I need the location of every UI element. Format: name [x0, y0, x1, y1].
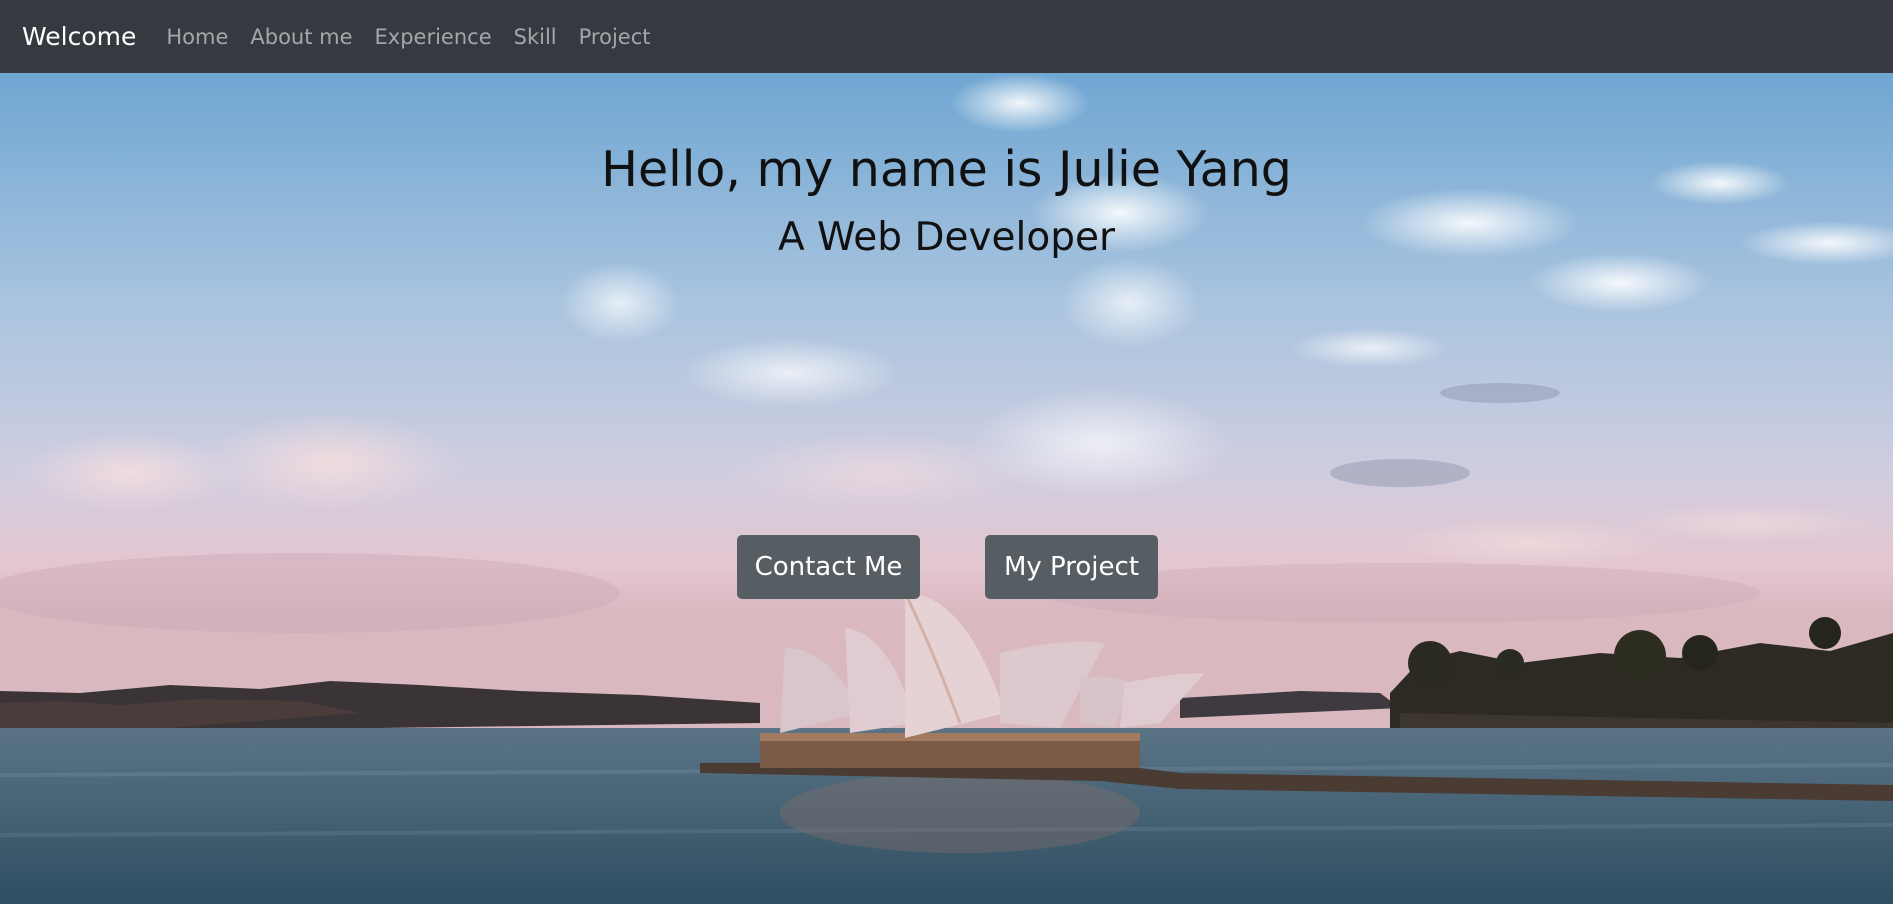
hero-section: Hello, my name is Julie Yang A Web Devel…: [0, 73, 1893, 904]
nav-link-skill[interactable]: Skill: [514, 25, 557, 49]
nav-link-experience[interactable]: Experience: [375, 25, 492, 49]
nav-link-about-me[interactable]: About me: [250, 25, 352, 49]
my-project-button[interactable]: My Project: [985, 535, 1158, 599]
hero-title: Hello, my name is Julie Yang: [601, 141, 1292, 198]
nav-link-home[interactable]: Home: [166, 25, 228, 49]
nav-links: Home About me Experience Skill Project: [166, 25, 672, 49]
top-navbar: Welcome Home About me Experience Skill P…: [0, 0, 1893, 73]
contact-me-button[interactable]: Contact Me: [737, 535, 920, 599]
brand-link[interactable]: Welcome: [22, 22, 136, 51]
nav-link-project[interactable]: Project: [579, 25, 651, 49]
hero-subtitle: A Web Developer: [777, 215, 1116, 260]
